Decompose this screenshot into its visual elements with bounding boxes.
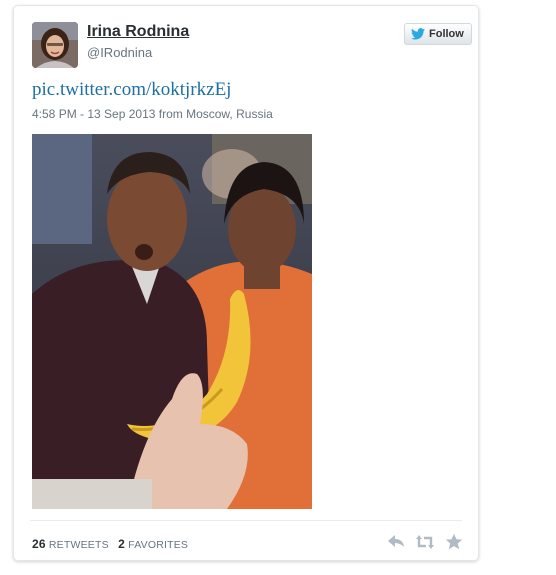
embedded-photo[interactable] xyxy=(32,134,312,509)
follow-button[interactable]: Follow xyxy=(404,23,472,45)
follow-label: Follow xyxy=(429,28,464,40)
tweet-stats: 26 RETWEETS 2 FAVORITES xyxy=(32,537,188,551)
avatar-image xyxy=(32,22,78,68)
photo-image xyxy=(32,134,312,509)
tweet-link[interactable]: pic.twitter.com/koktjrkzEj xyxy=(32,79,231,101)
favorite-icon[interactable] xyxy=(444,532,464,552)
tweet-timestamp[interactable]: 4:58 PM - 13 Sep 2013 from Moscow, Russi… xyxy=(32,107,273,121)
retweets-label[interactable]: RETWEETS xyxy=(49,539,109,551)
twitter-bird-icon xyxy=(411,28,425,40)
retweet-icon[interactable] xyxy=(415,532,435,552)
avatar[interactable] xyxy=(32,22,78,68)
tweet-actions xyxy=(386,532,464,552)
favorites-count: 2 xyxy=(118,537,126,551)
reply-icon[interactable] xyxy=(386,532,406,552)
tweet-card: Irina Rodnina @IRodnina Follow pic.twitt… xyxy=(13,5,479,561)
retweets-count: 26 xyxy=(32,537,46,551)
divider xyxy=(30,520,462,521)
screen-name[interactable]: @IRodnina xyxy=(87,45,152,60)
favorites-label[interactable]: FAVORITES xyxy=(128,539,188,551)
display-name[interactable]: Irina Rodnina xyxy=(87,23,189,41)
